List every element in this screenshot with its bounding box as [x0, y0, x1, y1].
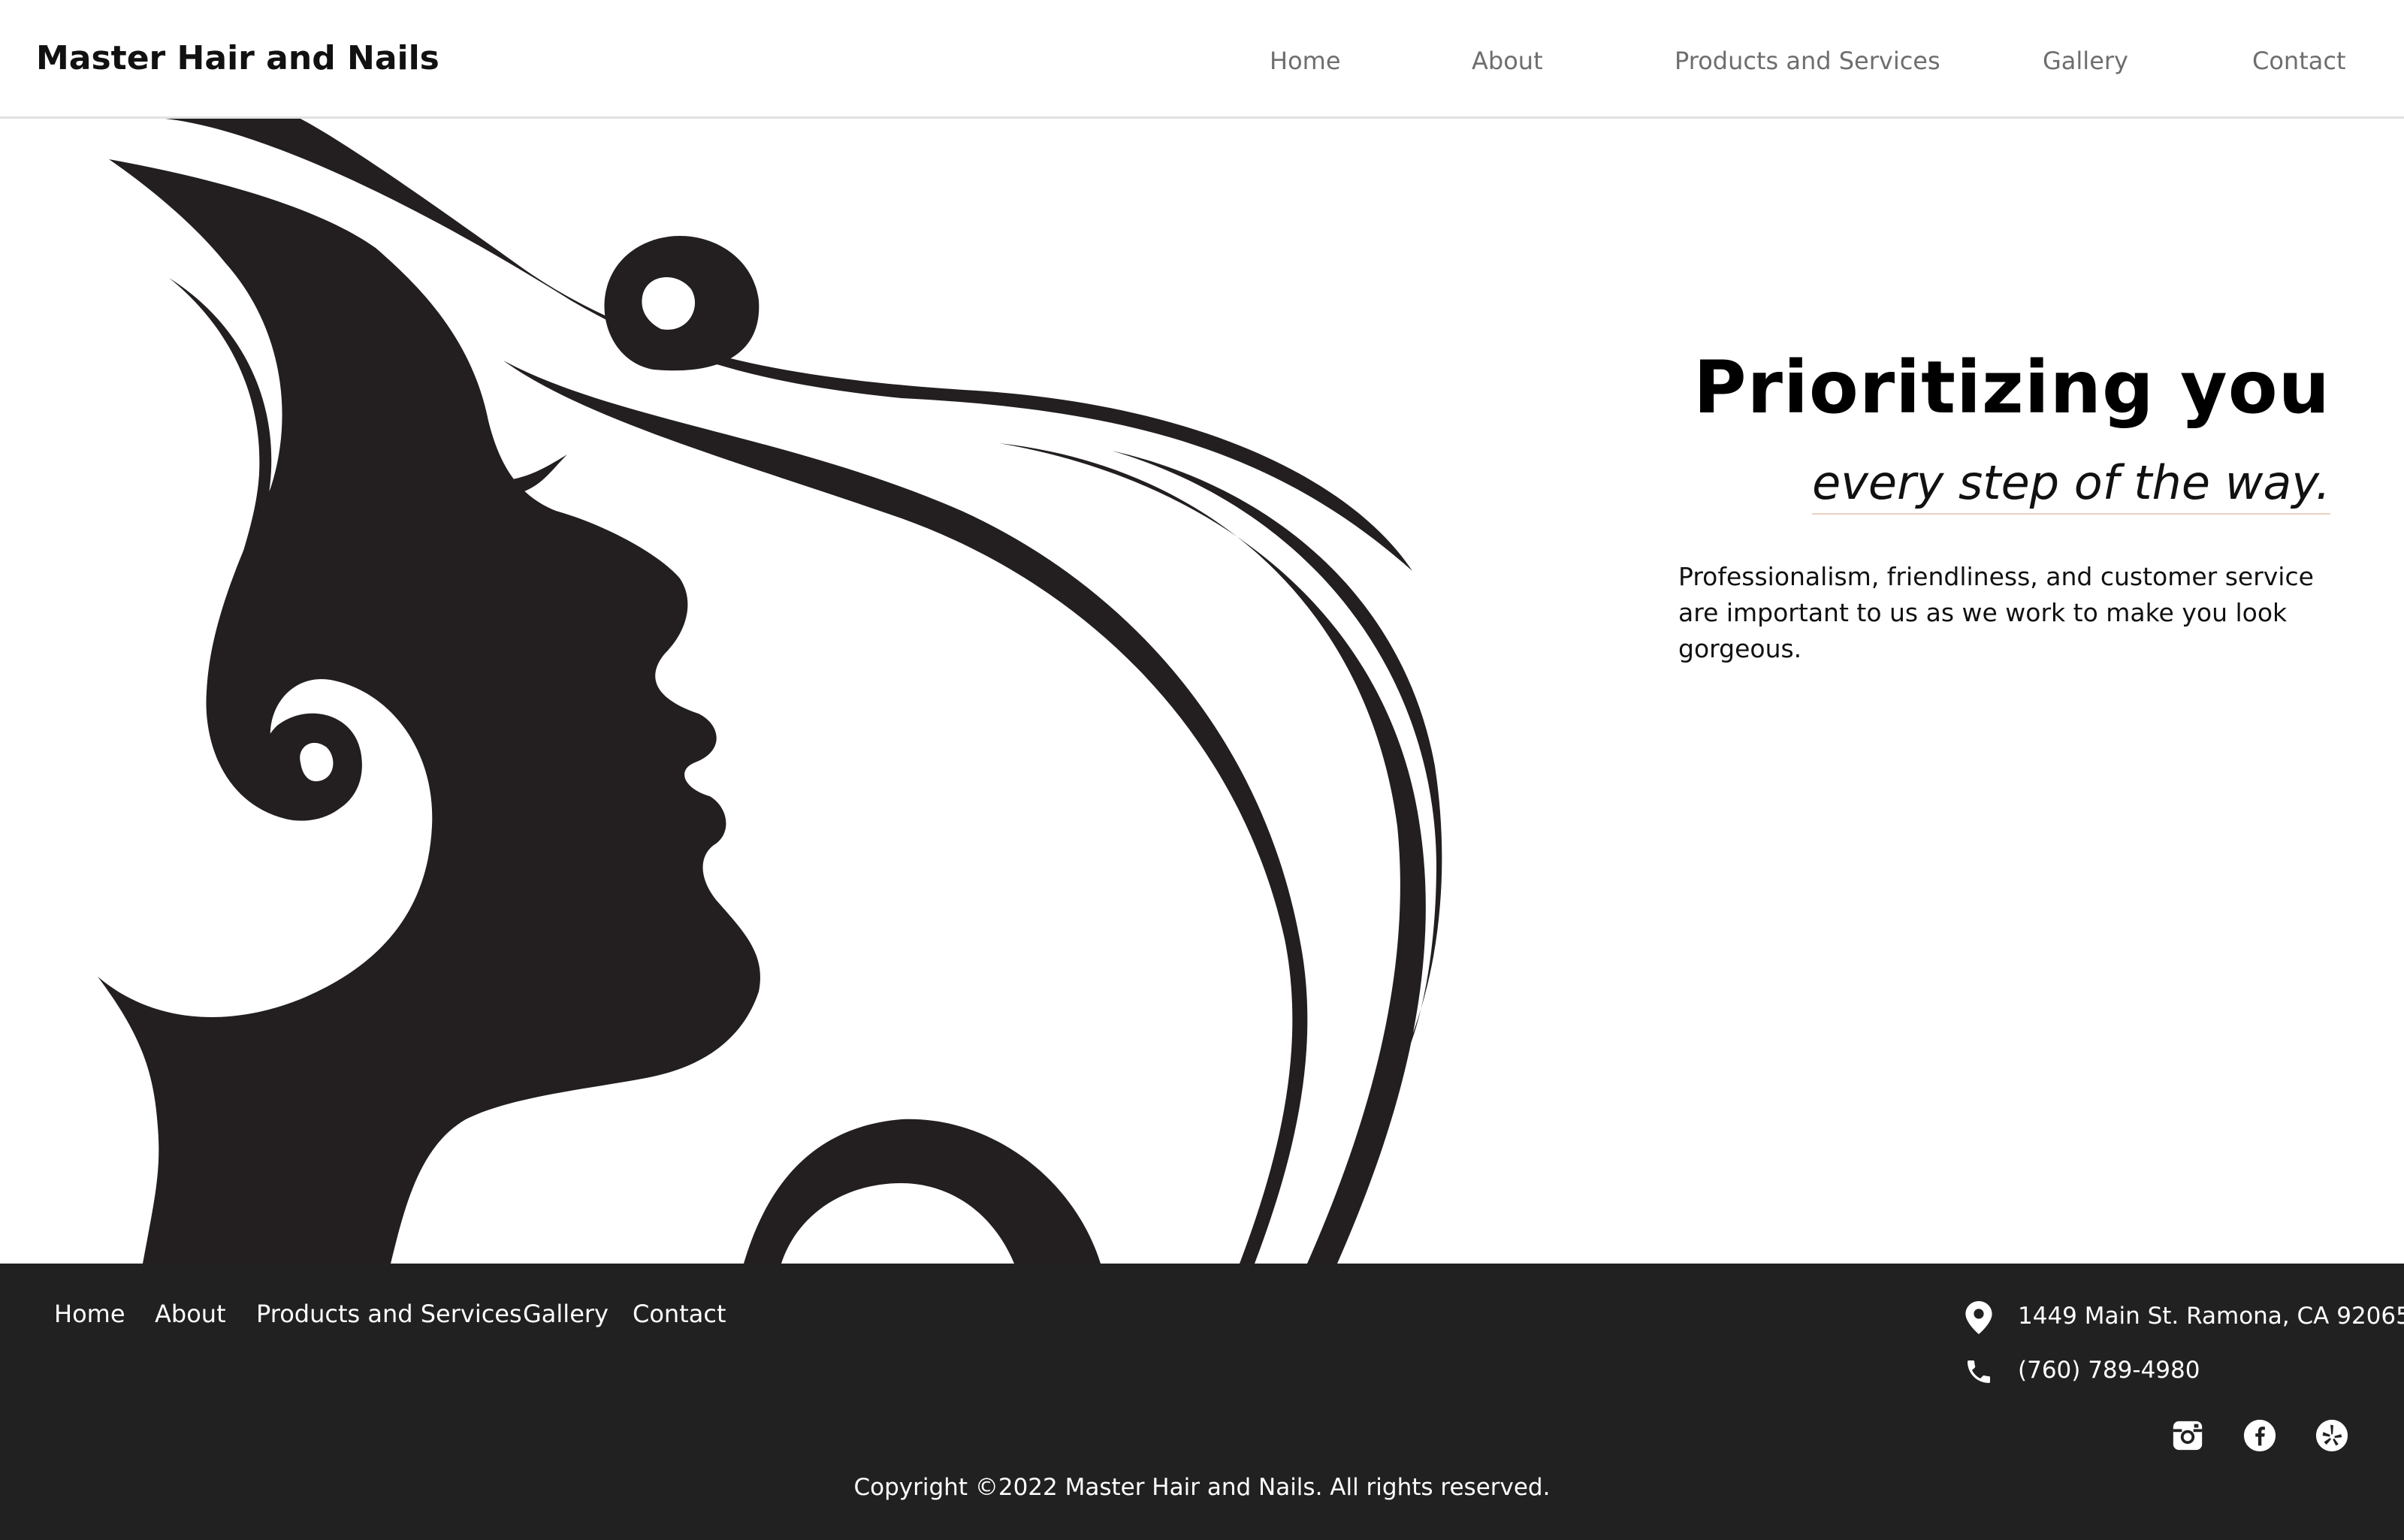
hero-subtitle: every step of the way. — [1812, 455, 2330, 515]
instagram-icon[interactable] — [2170, 1418, 2205, 1453]
site-footer: Home About Products and Services Gallery… — [0, 1264, 2404, 1540]
nav-about[interactable]: About — [1472, 47, 1543, 75]
footer-phone[interactable]: (760) 789-4980 — [2018, 1357, 2200, 1384]
face-silhouette — [98, 159, 760, 1264]
footer-nav-contact[interactable]: Contact — [633, 1300, 726, 1328]
facebook-icon[interactable] — [2242, 1418, 2277, 1453]
yelp-icon[interactable] — [2315, 1418, 2349, 1453]
nav-gallery[interactable]: Gallery — [2043, 47, 2128, 75]
phone-icon — [1968, 1360, 1990, 1383]
brand-logo-text[interactable]: Master Hair and Nails — [36, 39, 439, 77]
map-pin-icon — [1965, 1301, 1992, 1334]
hair-left-curl — [260, 713, 362, 819]
hero-description: Professionalism, friendliness, and custo… — [1678, 562, 2314, 663]
hero-title: Prioritizing you — [1693, 346, 2330, 430]
nav-home[interactable]: Home — [1270, 47, 1341, 75]
nav-contact[interactable]: Contact — [2252, 47, 2346, 75]
footer-nav-gallery[interactable]: Gallery — [523, 1300, 609, 1328]
hair-right-strand-1 — [999, 443, 1426, 1264]
woman-hair-silhouette-illustration — [98, 119, 1442, 1264]
hair-bottom-curl — [744, 1119, 1101, 1264]
footer-address: 1449 Main St. Ramona, CA 92065 — [2018, 1303, 2404, 1330]
nav-products-services[interactable]: Products and Services — [1675, 47, 1940, 75]
footer-nav-home[interactable]: Home — [54, 1300, 125, 1328]
site-header: Master Hair and Nails Home About Product… — [0, 0, 2404, 119]
hair-top-curl — [604, 236, 760, 371]
footer-copyright: Copyright ©2022 Master Hair and Nails. A… — [853, 1474, 1551, 1501]
footer-nav-about[interactable]: About — [155, 1300, 226, 1328]
footer-nav-products-services[interactable]: Products and Services — [256, 1300, 522, 1328]
